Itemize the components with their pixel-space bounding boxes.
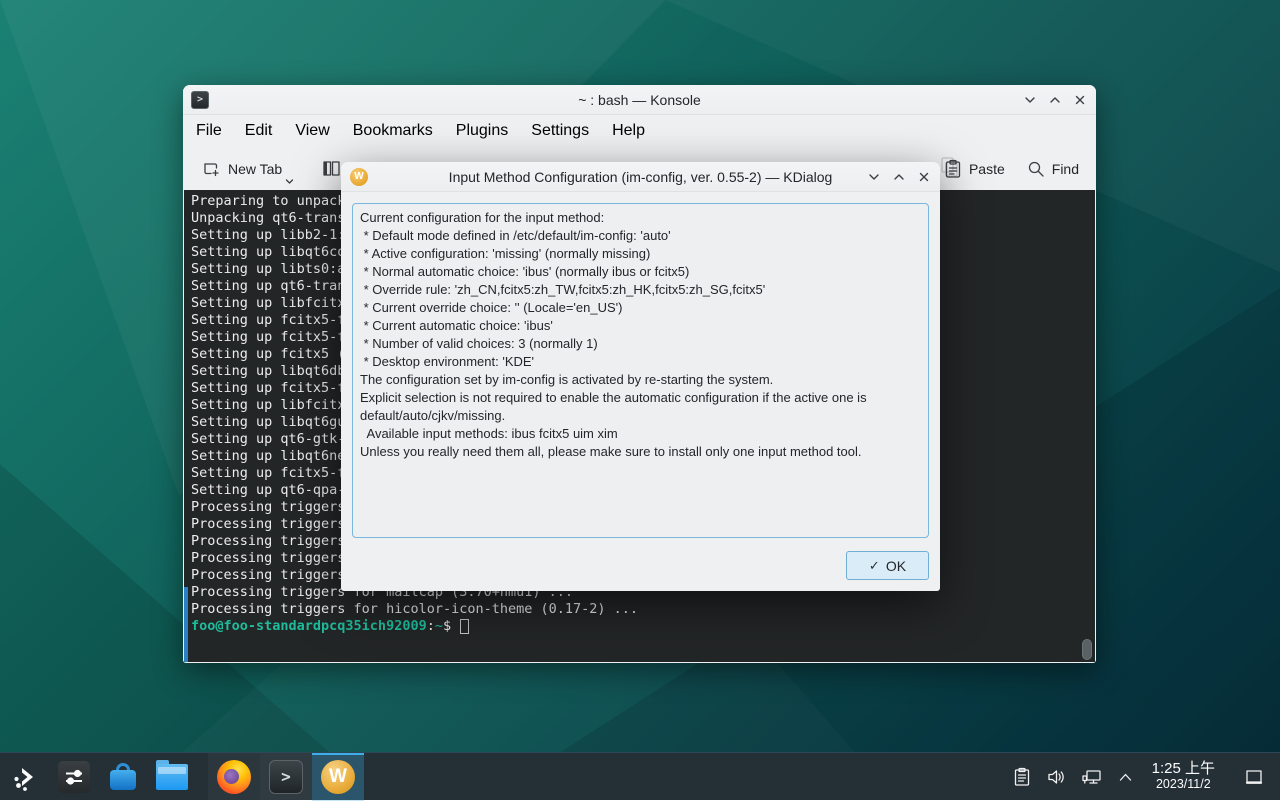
maximize-icon[interactable]	[891, 169, 907, 185]
ok-button[interactable]: ✓ OK	[846, 551, 929, 580]
dialog-text-line: * Desktop environment: 'KDE'	[360, 353, 921, 371]
check-icon: ✓	[869, 558, 880, 574]
dialog-message-frame: Current configuration for the input meth…	[352, 203, 929, 538]
find-button[interactable]: Find	[1027, 159, 1079, 179]
close-icon[interactable]	[916, 169, 932, 185]
dialog-text-line: * Current automatic choice: 'ibus'	[360, 317, 921, 335]
prompt-symbol: $	[443, 618, 451, 635]
menu-item[interactable]: Help	[612, 122, 645, 140]
network-icon[interactable]	[1081, 767, 1103, 786]
new-tab-label: New Tab	[228, 161, 282, 177]
dialog-text-line: The configuration set by im-config is ac…	[360, 371, 921, 389]
paste-label: Paste	[969, 161, 1005, 177]
konsole-icon: >	[191, 91, 209, 109]
dialog-text-line: * Default mode defined in /etc/default/i…	[360, 227, 921, 245]
wine-icon: W	[350, 168, 368, 186]
kdialog-window-title: Input Method Configuration (im-config, v…	[449, 169, 833, 185]
maximize-icon[interactable]	[1047, 92, 1063, 108]
clock-time: 1:25 上午	[1152, 761, 1215, 778]
expand-tray-chevron-icon[interactable]	[1118, 772, 1133, 782]
konsole-menubar: File Edit View Bookmarks Plugins Settings Help	[183, 115, 1096, 147]
taskbar: > W 1:25 上午 2023/11/2	[0, 752, 1280, 800]
split-view-icon	[322, 160, 341, 177]
scrolled-lines-indicator	[184, 587, 188, 662]
konsole-titlebar[interactable]: > ~ : bash — Konsole	[183, 85, 1096, 115]
menu-item[interactable]: Plugins	[456, 122, 508, 140]
paste-icon	[944, 159, 962, 179]
dialog-text-line: * Number of valid choices: 3 (normally 1…	[360, 335, 921, 353]
discover-icon	[108, 762, 138, 792]
menu-item[interactable]: File	[196, 122, 222, 140]
search-icon	[1027, 160, 1045, 178]
menu-item[interactable]: Settings	[531, 122, 589, 140]
terminal-prompt: foo@foo-standardpcq35ich92009:~$	[191, 618, 1095, 635]
terminal-scrollbar[interactable]	[1082, 639, 1092, 660]
dialog-text-line: Explicit selection is not required to en…	[360, 389, 921, 407]
minimize-icon[interactable]	[866, 169, 882, 185]
paste-button[interactable]: Paste	[944, 159, 1005, 179]
taskbar-item-konsole[interactable]: >	[260, 753, 312, 801]
dialog-text-line: * Override rule: 'zh_CN,fcitx5:zh_TW,fci…	[360, 281, 921, 299]
kde-launcher-icon	[10, 762, 40, 792]
new-tab-button[interactable]: New Tab	[202, 159, 282, 178]
digital-clock[interactable]: 1:25 上午 2023/11/2	[1152, 761, 1215, 791]
taskbar-item-firefox[interactable]	[208, 753, 260, 801]
prompt-path: ~	[435, 618, 443, 635]
terminal-line: Processing triggers for hicolor-icon-the…	[191, 601, 1095, 618]
folder-icon	[156, 764, 188, 790]
prompt-separator: :	[427, 618, 435, 635]
ok-button-label: OK	[886, 558, 906, 574]
terminal-cursor	[460, 619, 469, 634]
kdialog-window: W Input Method Configuration (im-config,…	[341, 162, 940, 591]
system-settings-button[interactable]	[49, 753, 98, 801]
chevron-down-icon	[285, 178, 294, 185]
kdialog-titlebar[interactable]: W Input Method Configuration (im-config,…	[341, 162, 940, 192]
konsole-window-title: ~ : bash — Konsole	[578, 92, 701, 108]
file-manager-button[interactable]	[147, 753, 196, 801]
find-label: Find	[1052, 161, 1079, 177]
show-desktop-button[interactable]	[1244, 768, 1264, 786]
system-tray: 1:25 上午 2023/11/2	[1013, 761, 1280, 791]
menu-item[interactable]: View	[295, 122, 329, 140]
system-settings-icon	[58, 761, 90, 793]
menu-item[interactable]: Edit	[245, 122, 273, 140]
dialog-text-line: * Normal automatic choice: 'ibus' (norma…	[360, 263, 921, 281]
menu-item[interactable]: Bookmarks	[353, 122, 433, 140]
dialog-text-line: Unless you really need them all, please …	[360, 443, 921, 461]
new-tab-icon	[202, 159, 221, 178]
dialog-text-line: Available input methods: ibus fcitx5 uim…	[360, 425, 921, 443]
dialog-text-line: * Active configuration: 'missing' (norma…	[360, 245, 921, 263]
volume-icon[interactable]	[1046, 768, 1066, 786]
discover-button[interactable]	[98, 753, 147, 801]
dialog-text-line: default/auto/cjkv/missing.	[360, 407, 921, 425]
close-icon[interactable]	[1072, 92, 1088, 108]
prompt-user-host: foo@foo-standardpcq35ich92009	[191, 618, 427, 635]
dialog-text-line: * Current override choice: '' (Locale='e…	[360, 299, 921, 317]
taskbar-item-kdialog-active[interactable]: W	[312, 753, 364, 801]
konsole-icon: >	[269, 760, 303, 794]
minimize-icon[interactable]	[1022, 92, 1038, 108]
clock-date: 2023/11/2	[1152, 778, 1215, 792]
dialog-text-line: Current configuration for the input meth…	[360, 209, 921, 227]
firefox-icon	[217, 760, 251, 794]
app-launcher-button[interactable]	[0, 753, 49, 801]
wine-icon: W	[321, 760, 355, 794]
clipboard-tray-icon[interactable]	[1013, 767, 1031, 787]
